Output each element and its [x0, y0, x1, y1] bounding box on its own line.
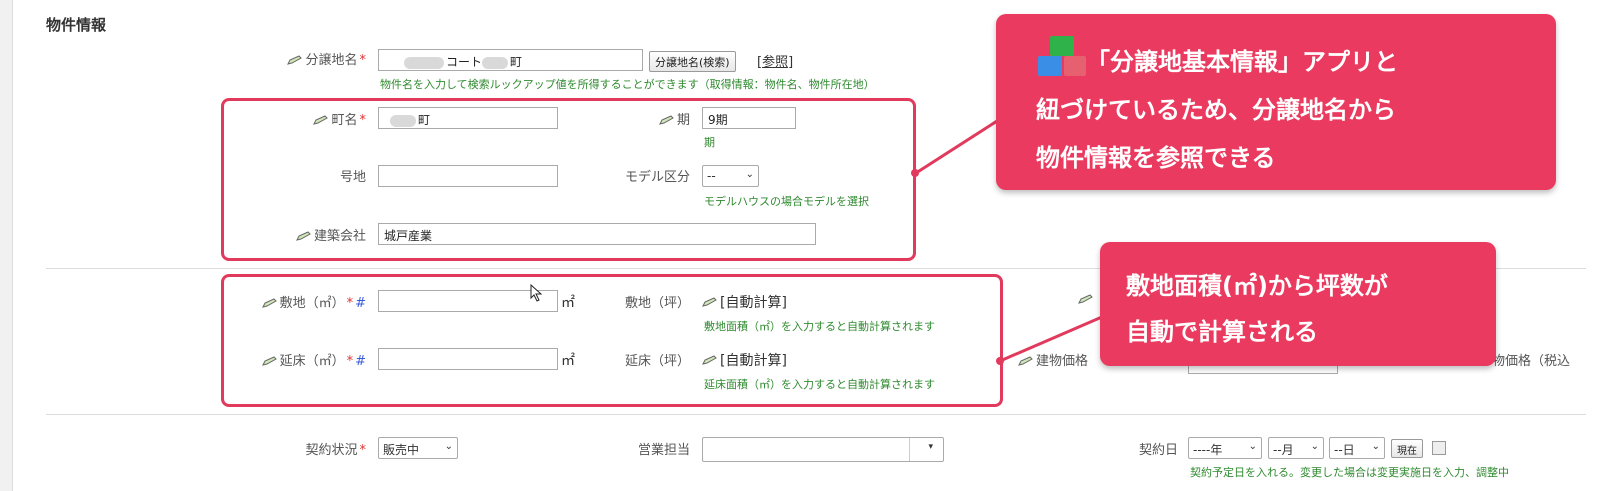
year-select[interactable]: ----年 ⌄ [1188, 437, 1262, 459]
tatemono-right-label: 物価格（税込 [1492, 354, 1571, 369]
nobeyuka-hint: 延床面積（㎡）を入力すると自動計算されます [704, 378, 935, 391]
chevron-down-icon: ⌄ [1310, 441, 1319, 452]
kenchiku-label-text: 建築会社 [313, 229, 366, 244]
ki-hint: 期 [704, 136, 715, 149]
bunjo-hint: 物件名を入力して検索ルックアップ値を所得することができます（取得情報：物件名、物… [380, 78, 875, 91]
model-select[interactable]: -- ⌄ [702, 165, 759, 187]
callout-auto-calc: 敷地面積(㎡)から坪数が 自動で計算される [1100, 242, 1496, 366]
chevron-down-icon: ⌄ [1371, 441, 1380, 452]
keiyaku-status-value: 販売中 [383, 443, 420, 457]
chevron-down-icon: ⌄ [745, 169, 754, 180]
bunjo-ref-link[interactable]: [参照] [757, 51, 793, 70]
eigyo-select[interactable]: ▾ [702, 437, 944, 462]
required-mark: * [359, 443, 367, 458]
shikichi-tsubo-label: 敷地（坪） [624, 296, 690, 311]
callout-linked-app: 「分譲地基本情報」アプリと 紐づけているため、分譲地名から 物件情報を参照できる [996, 14, 1556, 190]
now-button[interactable]: 現在 [1391, 439, 1423, 458]
keiyaku-date-hint: 契約予定日を入れる。変更した場合は変更実施日を入力、調整中 [1190, 466, 1509, 479]
redacted-text [482, 56, 509, 69]
gochi-label: 号地 [339, 170, 366, 185]
nobeyuka-unit: ㎡ [561, 353, 575, 369]
calendar-icon[interactable] [1432, 441, 1446, 455]
select-divider [909, 438, 910, 461]
shikichi-auto: [自動計算] [702, 292, 787, 312]
mouse-cursor-icon [530, 283, 544, 306]
nobeyuka-input[interactable] [378, 348, 558, 370]
pencil-icon [702, 297, 718, 307]
pencil-icon [287, 54, 303, 65]
keiyaku-status-label-text: 契約状況 [305, 443, 358, 458]
nobeyuka-auto-text: [自動計算] [720, 353, 787, 369]
gochi-input[interactable] [378, 165, 558, 187]
eigyo-label: 営業担当 [637, 443, 690, 458]
keiyaku-status-label: 契約状況 * [262, 439, 366, 458]
required-mark: * [359, 53, 367, 68]
callout-1-line-2: 紐づけているため、分譲地名から [1036, 96, 1396, 124]
shikichi-hint: 敷地面積（㎡）を入力すると自動計算されます [704, 320, 935, 333]
model-label: モデル区分 [624, 170, 690, 185]
shikichi-unit: ㎡ [561, 295, 575, 311]
keiyaku-status-select[interactable]: 販売中 ⌄ [378, 437, 458, 459]
kenchiku-label: 建築会社 [262, 225, 366, 244]
bunjo-input[interactable]: コート 町 [378, 49, 643, 71]
pencil-icon [659, 114, 675, 125]
redacted-text [390, 114, 416, 127]
required-mark: * [346, 354, 354, 369]
cho-label: 町名 * [262, 109, 366, 128]
year-value: ----年 [1193, 443, 1223, 457]
chevron-down-icon: ⌄ [1248, 441, 1257, 452]
shikichi-auto-text: [自動計算] [720, 295, 787, 311]
hash-mark: # [355, 296, 366, 311]
caret-down-icon: ▾ [928, 442, 933, 452]
pencil-icon [702, 355, 718, 365]
shikichi-label: 敷地（㎡） * # [240, 292, 366, 311]
model-select-value: -- [707, 169, 716, 183]
month-select[interactable]: --月 ⌄ [1268, 437, 1324, 459]
nobeyuka-label-text: 延床（㎡） [279, 354, 345, 369]
required-mark: * [359, 113, 367, 128]
month-value: --月 [1273, 443, 1294, 457]
callout-2-line-2: 自動で計算される [1126, 318, 1318, 346]
nobeyuka-auto: [自動計算] [702, 350, 787, 370]
pencil-icon [261, 297, 278, 308]
connector-dot [911, 169, 919, 177]
hash-mark: # [355, 354, 366, 369]
ki-label-text: 期 [676, 113, 690, 128]
callout-1-line-1: 「分譲地基本情報」アプリと [1086, 48, 1398, 76]
bunjo-value-suffix: コート [446, 55, 483, 69]
shikichi-label-text: 敷地（㎡） [279, 296, 345, 311]
section-title: 物件情報 [46, 16, 107, 34]
nobeyuka-label: 延床（㎡） * # [240, 350, 366, 369]
bunjo-label: 分譲地名 * [262, 49, 366, 68]
chevron-down-icon: ⌄ [444, 441, 453, 452]
callout-1-line-3: 物件情報を参照できる [1036, 144, 1276, 172]
divider [46, 414, 1586, 415]
model-hint: モデルハウスの場合モデルを選択 [704, 195, 869, 208]
ki-input[interactable]: 9期 [702, 107, 796, 129]
bunjo-label-text: 分譲地名 [305, 53, 358, 68]
cho-input[interactable]: 町 [378, 107, 558, 129]
keiyaku-date-label: 契約日 [1138, 443, 1178, 458]
pencil-icon [296, 230, 312, 241]
connector-dot [996, 357, 1004, 365]
bunjo-value-tail: 町 [510, 55, 523, 69]
callout-2-line-1: 敷地面積(㎡)から坪数が [1126, 272, 1388, 300]
app-blocks-icon [1036, 34, 1088, 80]
nobeyuka-tsubo-label: 延床（坪） [624, 354, 690, 369]
day-select[interactable]: --日 ⌄ [1329, 437, 1385, 459]
required-mark: * [346, 296, 354, 311]
bunjo-search-button[interactable]: 分譲地名(検索) [649, 51, 736, 72]
pencil-icon [313, 114, 329, 125]
redacted-text [404, 56, 444, 69]
day-value: --日 [1334, 443, 1355, 457]
cho-value: 町 [418, 113, 431, 127]
ki-label: 期 [600, 109, 690, 128]
cho-label-text: 町名 [331, 113, 358, 128]
pencil-icon [261, 355, 278, 366]
kenchiku-input[interactable]: 城戸産業 [378, 223, 816, 245]
